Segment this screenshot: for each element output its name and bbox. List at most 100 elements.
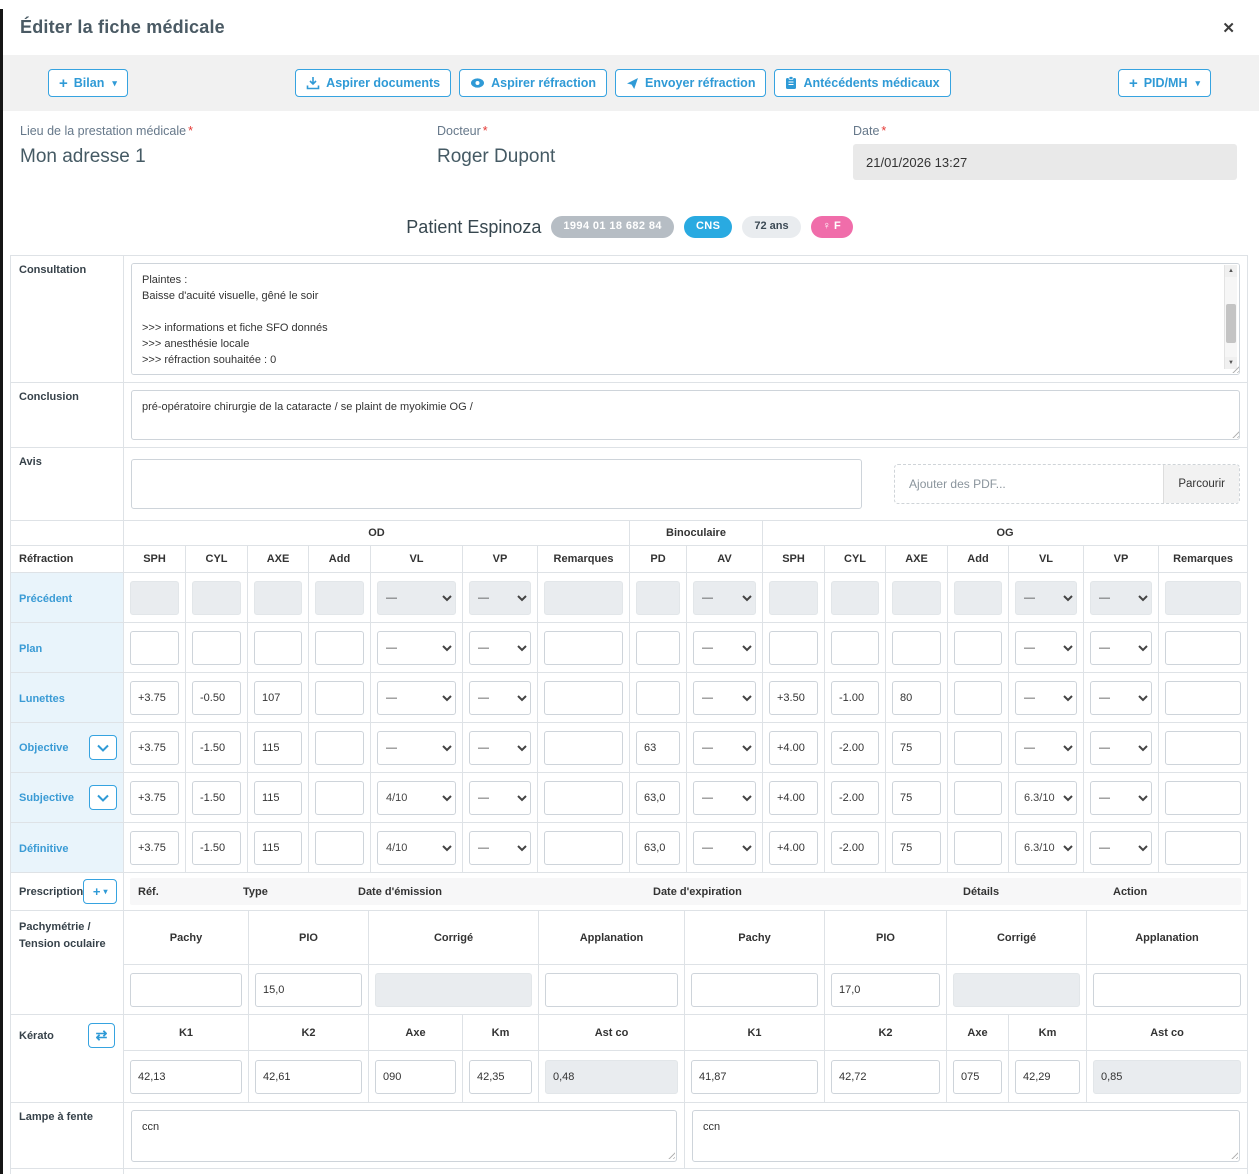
k1-od-input[interactable] <box>130 1060 242 1094</box>
og-vp-select[interactable]: — <box>1090 581 1152 615</box>
scroll-down-arrow-icon[interactable]: ▼ <box>1225 357 1237 369</box>
applanation-od-input[interactable] <box>545 973 678 1007</box>
av-select[interactable]: — <box>693 781 756 815</box>
pio-od-input[interactable] <box>255 973 362 1007</box>
od-vp-select[interactable]: — <box>469 631 531 665</box>
og-sph-input[interactable] <box>769 681 818 715</box>
og-axe-input[interactable] <box>892 731 941 765</box>
og-sph-input[interactable] <box>769 831 818 865</box>
od-add-input[interactable] <box>315 731 364 765</box>
corrige-od-input[interactable] <box>375 973 532 1007</box>
od-vp-select[interactable]: — <box>469 731 531 765</box>
og-vl-select[interactable]: — <box>1015 581 1077 615</box>
od-cyl-input[interactable] <box>192 781 241 815</box>
astco-og-input[interactable] <box>1093 1060 1241 1094</box>
aspirer-refraction-button[interactable]: Aspirer réfraction <box>459 69 607 97</box>
og-cyl-input[interactable] <box>831 831 879 865</box>
od-vl-select[interactable]: 4/10 <box>377 781 456 815</box>
og-vl-select[interactable]: — <box>1015 731 1077 765</box>
date-input[interactable] <box>853 144 1237 180</box>
pdf-upload-box[interactable]: Ajouter des PDF... Parcourir <box>894 464 1240 504</box>
og-vl-select[interactable]: — <box>1015 681 1077 715</box>
km-od-input[interactable] <box>469 1060 532 1094</box>
od-remarques-input[interactable] <box>544 681 623 715</box>
od-vp-select[interactable]: — <box>469 581 531 615</box>
og-add-input[interactable] <box>954 631 1002 665</box>
od-cyl-input[interactable] <box>192 631 241 665</box>
astco-od-input[interactable] <box>545 1060 678 1094</box>
pd-input[interactable] <box>636 681 680 715</box>
od-cyl-input[interactable] <box>192 731 241 765</box>
swap-kerato-button[interactable]: ⇄ <box>88 1023 115 1048</box>
od-axe-input[interactable] <box>254 731 302 765</box>
axe-og-input[interactable] <box>953 1060 1002 1094</box>
og-axe-input[interactable] <box>892 631 941 665</box>
og-remarques-input[interactable] <box>1165 681 1241 715</box>
og-axe-input[interactable] <box>892 831 941 865</box>
od-vl-select[interactable]: — <box>377 631 456 665</box>
k1-og-input[interactable] <box>691 1060 818 1094</box>
km-og-input[interactable] <box>1015 1060 1080 1094</box>
consultation-scrollbar[interactable]: ▲ ▼ <box>1224 265 1237 369</box>
av-select[interactable]: — <box>693 631 756 665</box>
expand-subjective-button[interactable] <box>89 785 117 810</box>
od-sph-input[interactable] <box>130 731 179 765</box>
od-vp-select[interactable]: — <box>469 831 531 865</box>
og-vp-select[interactable]: — <box>1090 731 1152 765</box>
expand-objective-button[interactable] <box>89 735 117 760</box>
og-vl-select[interactable]: 6.3/10 <box>1015 781 1077 815</box>
od-vl-select[interactable]: 4/10 <box>377 831 456 865</box>
og-cyl-input[interactable] <box>831 681 879 715</box>
od-add-input[interactable] <box>315 631 364 665</box>
od-sph-input[interactable] <box>130 681 179 715</box>
scrollbar-thumb[interactable] <box>1226 304 1236 342</box>
og-sph-input[interactable] <box>769 781 818 815</box>
od-add-input[interactable] <box>315 831 364 865</box>
od-vl-select[interactable]: — <box>377 681 456 715</box>
og-remarques-input[interactable] <box>1165 781 1241 815</box>
od-vp-select[interactable]: — <box>469 781 531 815</box>
od-remarques-input[interactable] <box>544 731 623 765</box>
og-axe-input[interactable] <box>892 681 941 715</box>
og-cyl-input[interactable] <box>831 781 879 815</box>
corrige-og-input[interactable] <box>953 973 1080 1007</box>
bilan-button[interactable]: + Bilan ▾ <box>48 69 128 97</box>
og-vp-select[interactable]: — <box>1090 631 1152 665</box>
od-remarques-input[interactable] <box>544 631 623 665</box>
og-remarques-input[interactable] <box>1165 581 1241 615</box>
og-remarques-input[interactable] <box>1165 631 1241 665</box>
og-cyl-input[interactable] <box>831 581 879 615</box>
axe-od-input[interactable] <box>375 1060 456 1094</box>
applanation-og-input[interactable] <box>1093 973 1241 1007</box>
od-remarques-input[interactable] <box>544 781 623 815</box>
od-axe-input[interactable] <box>254 681 302 715</box>
od-add-input[interactable] <box>315 781 364 815</box>
og-add-input[interactable] <box>954 831 1002 865</box>
od-sph-input[interactable] <box>130 581 179 615</box>
od-axe-input[interactable] <box>254 581 302 615</box>
og-vl-select[interactable]: 6.3/10 <box>1015 831 1077 865</box>
av-select[interactable]: — <box>693 681 756 715</box>
od-remarques-input[interactable] <box>544 581 623 615</box>
og-vl-select[interactable]: — <box>1015 631 1077 665</box>
og-vp-select[interactable]: — <box>1090 831 1152 865</box>
og-cyl-input[interactable] <box>831 731 879 765</box>
antecedents-medicaux-button[interactable]: Antécédents médicaux <box>774 69 950 97</box>
pachy-og-input[interactable] <box>691 973 818 1007</box>
od-axe-input[interactable] <box>254 831 302 865</box>
og-vp-select[interactable]: — <box>1090 681 1152 715</box>
od-axe-input[interactable] <box>254 631 302 665</box>
og-sph-input[interactable] <box>769 581 818 615</box>
og-axe-input[interactable] <box>892 581 941 615</box>
browse-button[interactable]: Parcourir <box>1163 464 1239 504</box>
add-prescription-button[interactable]: + ▾ <box>83 879 117 904</box>
og-add-input[interactable] <box>954 731 1002 765</box>
og-cyl-input[interactable] <box>831 631 879 665</box>
lampe-og-textarea[interactable]: ccn <box>692 1110 1240 1162</box>
od-add-input[interactable] <box>315 581 364 615</box>
od-cyl-input[interactable] <box>192 681 241 715</box>
og-vp-select[interactable]: — <box>1090 781 1152 815</box>
pd-input[interactable] <box>636 781 680 815</box>
og-add-input[interactable] <box>954 681 1002 715</box>
scroll-up-arrow-icon[interactable]: ▲ <box>1225 265 1237 277</box>
